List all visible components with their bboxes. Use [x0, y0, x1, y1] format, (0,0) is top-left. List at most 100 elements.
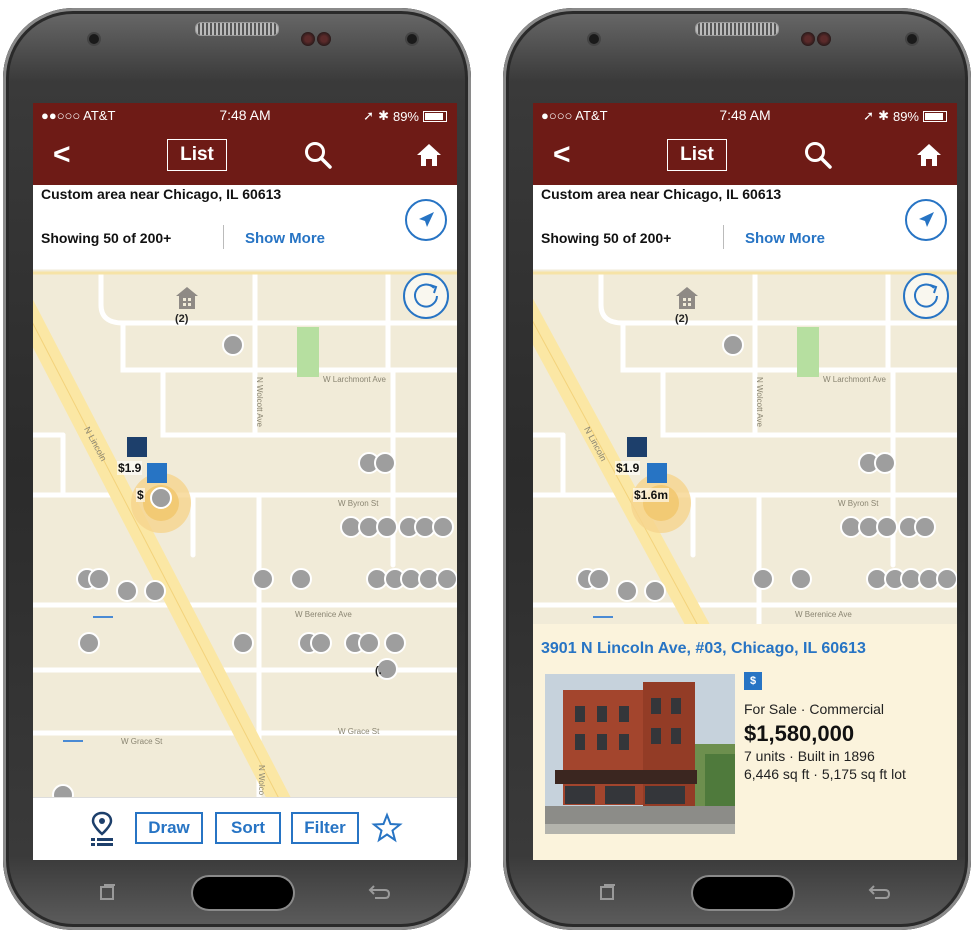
listing-marker — [116, 580, 138, 602]
sort-button[interactable]: Sort — [215, 812, 281, 844]
map-toolbar: Draw Sort Filter — [33, 797, 457, 860]
price-label[interactable]: $1.9 — [117, 461, 143, 475]
listing-marker — [790, 568, 812, 590]
search-icon[interactable] — [803, 140, 833, 170]
locate-me-button[interactable] — [405, 199, 447, 241]
listing-marker — [644, 580, 666, 602]
listing-marker — [310, 632, 332, 654]
map-pin-list-icon[interactable] — [87, 810, 117, 846]
listing-marker — [384, 632, 406, 654]
earpiece-speaker — [695, 22, 779, 36]
status-bar: ●○○○ AT&T 7:48 AM ➚ ✱ 89% — [533, 103, 957, 127]
listing-marker — [722, 334, 744, 356]
back-arrow-icon[interactable] — [867, 884, 891, 902]
price-label[interactable]: $1.9 — [615, 461, 641, 475]
proximity-sensor — [589, 34, 599, 44]
search-area-title: Custom area near Chicago, IL 60613 — [541, 186, 782, 202]
map-markers — [52, 334, 457, 806]
listing-marker — [914, 516, 936, 538]
star-icon[interactable] — [371, 812, 403, 844]
refresh-button[interactable] — [403, 273, 449, 319]
battery-icon — [423, 110, 447, 122]
filter-button[interactable]: Filter — [291, 812, 359, 844]
front-sensor — [817, 32, 831, 46]
listing-marker-selected — [127, 437, 147, 457]
home-hardware-button[interactable] — [193, 877, 293, 909]
listing-marker — [252, 568, 274, 590]
listing-marker — [78, 632, 100, 654]
listing-type: For Sale · Commercial — [744, 701, 885, 717]
hardware-buttons — [53, 872, 421, 916]
map-view[interactable]: W Larchmont Ave W Byron St W Berenice Av… — [33, 265, 457, 860]
refresh-icon — [414, 283, 438, 308]
draw-button[interactable]: Draw — [135, 812, 203, 844]
listing-marker — [232, 632, 254, 654]
show-more-link[interactable]: Show More — [245, 230, 325, 247]
location-arrow-icon: ➚ — [863, 108, 875, 123]
back-icon[interactable]: < — [53, 140, 71, 170]
listing-detail-card[interactable]: 3901 N Lincoln Ave, #03, Chicago, IL 606… — [533, 624, 957, 860]
search-icon[interactable] — [303, 140, 333, 170]
screen: ●●○○○ AT&T 7:48 AM ➚ ✱ 89% < List Custom… — [33, 103, 457, 860]
proximity-sensor — [89, 34, 99, 44]
hardware-buttons — [553, 872, 921, 916]
listing-address[interactable]: 3901 N Lincoln Ave, #03, Chicago, IL 606… — [541, 640, 866, 658]
battery-icon — [923, 110, 947, 122]
bluetooth-icon: ✱ — [878, 108, 889, 123]
listing-photo[interactable] — [545, 674, 735, 834]
listing-marker — [150, 487, 172, 509]
locate-me-button[interactable] — [905, 199, 947, 241]
front-camera — [907, 34, 917, 44]
search-area-title: Custom area near Chicago, IL 60613 — [41, 186, 282, 202]
nav-bar: < List — [533, 127, 957, 185]
refresh-icon — [914, 283, 938, 308]
listing-marker — [88, 568, 110, 590]
home-icon[interactable] — [415, 141, 443, 169]
listing-marker — [752, 568, 774, 590]
location-arrow-icon — [419, 212, 434, 227]
listing-marker — [144, 580, 166, 602]
back-icon[interactable]: < — [553, 140, 571, 170]
price-label[interactable]: $ — [136, 488, 145, 502]
home-hardware-button[interactable] — [693, 877, 793, 909]
divider — [723, 225, 724, 249]
listing-marker-selected — [627, 437, 647, 457]
listing-marker — [290, 568, 312, 590]
results-count: Showing 50 of 200+ — [541, 230, 672, 246]
location-arrow-icon: ➚ — [363, 108, 375, 123]
status-right: ➚ ✱ 89% — [363, 108, 447, 124]
back-arrow-icon[interactable] — [367, 884, 391, 902]
divider — [223, 225, 224, 249]
listing-marker — [436, 568, 457, 590]
listing-marker — [376, 516, 398, 538]
listing-marker — [432, 516, 454, 538]
list-button[interactable]: List — [667, 139, 727, 171]
phone-frame-right: ●○○○ AT&T 7:48 AM ➚ ✱ 89% < List Custom … — [503, 8, 971, 930]
front-sensor — [317, 32, 331, 46]
show-more-link[interactable]: Show More — [745, 230, 825, 247]
listing-marker — [616, 580, 638, 602]
screen: ●○○○ AT&T 7:48 AM ➚ ✱ 89% < List Custom … — [533, 103, 957, 860]
battery-percent: 89% — [392, 108, 419, 124]
home-icon[interactable] — [915, 141, 943, 169]
recent-apps-icon[interactable] — [99, 884, 117, 902]
listing-marker — [358, 632, 380, 654]
location-arrow-icon — [919, 212, 934, 227]
nav-bar: < List — [33, 127, 457, 185]
status-bar: ●●○○○ AT&T 7:48 AM ➚ ✱ 89% — [33, 103, 457, 127]
listing-type-badge-icon: $ — [744, 672, 762, 690]
refresh-button[interactable] — [903, 273, 949, 319]
price-label[interactable]: $1.6m — [633, 488, 670, 502]
search-info-panel: Custom area near Chicago, IL 60613 Showi… — [33, 185, 457, 265]
listing-marker — [874, 452, 896, 474]
listing-marker-selected — [647, 463, 667, 483]
recent-apps-icon[interactable] — [599, 884, 617, 902]
listing-marker — [588, 568, 610, 590]
front-camera — [407, 34, 417, 44]
listing-price: $1,580,000 — [744, 721, 855, 746]
list-button[interactable]: List — [167, 139, 227, 171]
bluetooth-icon: ✱ — [378, 108, 389, 123]
listing-marker — [222, 334, 244, 356]
listing-units: 7 units · Built in 1896 — [744, 748, 875, 764]
front-sensor — [801, 32, 815, 46]
